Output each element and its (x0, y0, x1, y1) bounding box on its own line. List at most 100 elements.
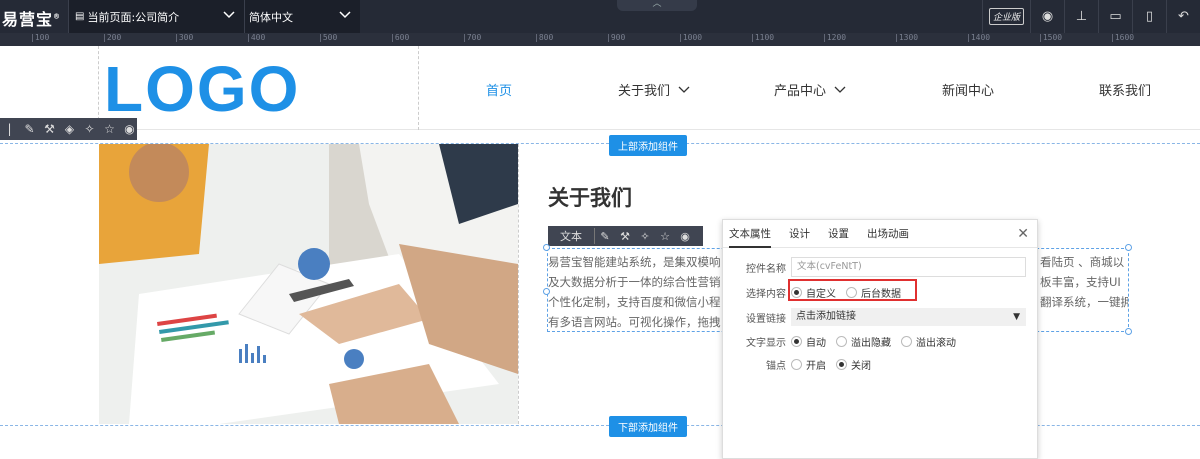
layout-button[interactable]: ⊥ (1064, 0, 1098, 33)
radio-overflow-scroll[interactable]: 溢出滚动 (901, 334, 956, 349)
ruler-tick: |300 (174, 33, 194, 42)
nav-label: 新闻中心 (942, 84, 995, 99)
chevron-down-icon (339, 11, 351, 19)
ruler-tick: |400 (246, 33, 266, 42)
divider-icon: | (7, 122, 12, 136)
eye-icon[interactable]: ◉ (675, 230, 695, 243)
ruler-tick: |600 (390, 33, 410, 42)
about-image[interactable] (99, 144, 518, 424)
resize-handle[interactable] (1125, 244, 1132, 251)
radio-label: 开启 (806, 360, 826, 372)
tab-text-properties[interactable]: 文本属性 (729, 220, 771, 248)
radio-label: 自动 (806, 337, 826, 349)
eye-icon[interactable]: ◉ (122, 122, 137, 136)
about-title[interactable]: 关于我们 (548, 182, 632, 212)
text-tool-label: 文本 (548, 228, 595, 244)
chevron-down-icon (223, 11, 235, 19)
paragraph-right-visible: 看陆页 、商城以 板丰富，支持UI 翻译系统，一键拥 (1040, 252, 1128, 312)
magic-icon[interactable]: ✧ (82, 122, 97, 136)
radio-label: 溢出隐藏 (851, 337, 891, 349)
style-icon[interactable]: ⚒ (42, 122, 57, 136)
star-icon[interactable]: ☆ (102, 122, 117, 136)
enterprise-label: 企业版 (988, 8, 1024, 25)
radio-label: 溢出滚动 (916, 337, 956, 349)
collapse-toggle[interactable]: ︿ (617, 0, 697, 11)
nav-products[interactable]: 产品中心 (774, 80, 846, 99)
ruler-tick: |1300 (894, 33, 919, 42)
ruler-tick: |1100 (750, 33, 775, 42)
resize-handle[interactable] (543, 244, 550, 251)
enterprise-badge[interactable]: 企业版 (982, 0, 1030, 33)
paragraph-fragment: 翻译系统，一键拥 (1040, 295, 1128, 309)
close-icon[interactable]: ✕ (1017, 226, 1029, 242)
ruler-tick: |500 (318, 33, 338, 42)
ruler-tick: |1400 (966, 33, 991, 42)
site-logo[interactable]: LOGO (104, 52, 300, 126)
current-page-label: 当前页面:公司简介 (87, 10, 180, 24)
add-component-top-button[interactable]: 上部添加组件 (609, 135, 687, 156)
radio-label: 关闭 (851, 360, 871, 372)
chevron-up-icon: ︿ (652, 0, 662, 9)
ruler-tick: |1500 (1038, 33, 1063, 42)
horizontal-ruler: |100 |200 |300 |400 |500 |600 |700 |800 … (0, 33, 1200, 46)
mobile-view-button[interactable]: ▯ (1132, 0, 1166, 33)
guide-line (518, 144, 519, 424)
layers-icon[interactable]: ◈ (62, 122, 77, 136)
content-label: 选择内容 (746, 288, 786, 300)
edit-icon[interactable]: ✎ (595, 230, 615, 243)
link-value: 点击添加链接 (796, 311, 856, 322)
display-label: 文字显示 (746, 337, 786, 349)
undo-button[interactable]: ↶ (1166, 0, 1200, 33)
radio-indicator (901, 335, 912, 347)
radio-indicator (791, 335, 802, 347)
tab-animation[interactable]: 出场动画 (867, 220, 909, 248)
link-label: 设置链接 (746, 313, 786, 325)
desktop-view-button[interactable]: ▭ (1098, 0, 1132, 33)
nav-label: 联系我们 (1099, 84, 1152, 99)
tab-design[interactable]: 设计 (789, 220, 810, 248)
radio-anchor-off[interactable]: 关闭 (836, 357, 871, 372)
edit-icon[interactable]: ✎ (22, 122, 37, 136)
brand-mark: ® (53, 12, 62, 21)
nav-news[interactable]: 新闻中心 (942, 80, 994, 99)
chevron-down-icon (834, 86, 846, 93)
style-icon[interactable]: ⚒ (615, 230, 635, 243)
language-select[interactable]: 简体中文 (244, 0, 360, 33)
section-toolbar: | ✎ ⚒ ◈ ✧ ☆ ◉ (0, 118, 137, 140)
star-icon[interactable]: ☆ (655, 230, 675, 243)
nav-contact[interactable]: 联系我们 (1099, 80, 1151, 99)
nav-about[interactable]: 关于我们 (618, 80, 690, 99)
text-properties-panel: 文本属性 设计 设置 出场动画 ✕ 控件名称 文本(cvFeNtT) 选择内容 … (722, 219, 1038, 459)
tab-settings[interactable]: 设置 (828, 220, 849, 248)
magic-icon[interactable]: ✧ (635, 230, 655, 243)
chevron-down-icon (678, 86, 690, 93)
ruler-tick: |800 (534, 33, 554, 42)
monitor-icon: ▭ (1109, 9, 1122, 24)
guide-line (418, 46, 419, 130)
ruler-tick: |900 (606, 33, 626, 42)
brand-logo: 易营宝® (2, 6, 61, 30)
display-row: 文字显示 自动 溢出隐藏 溢出滚动 (723, 330, 1039, 352)
caret-down-icon: ▼ (1013, 312, 1020, 322)
meeting-photo (99, 144, 518, 424)
ruler-tick: |1600 (1110, 33, 1135, 42)
brand-name: 易营宝 (2, 10, 54, 29)
highlight-box (788, 279, 917, 301)
radio-indicator (791, 358, 802, 370)
eye-icon: ◉ (1041, 9, 1054, 24)
nav-home[interactable]: 首页 (486, 80, 512, 99)
current-page-select[interactable]: ▤ 当前页面:公司简介 (68, 0, 244, 33)
radio-auto[interactable]: 自动 (791, 334, 826, 349)
control-name-input[interactable]: 文本(cvFeNtT) (791, 257, 1026, 277)
anchor-row: 锚点 开启 关闭 (723, 353, 1039, 375)
phone-icon: ▯ (1145, 9, 1154, 24)
radio-overflow-hidden[interactable]: 溢出隐藏 (836, 334, 891, 349)
add-component-bottom-button[interactable]: 下部添加组件 (609, 416, 687, 437)
undo-icon: ↶ (1178, 9, 1189, 24)
radio-anchor-on[interactable]: 开启 (791, 357, 826, 372)
link-select[interactable]: 点击添加链接 ▼ (791, 308, 1026, 326)
anchor-label: 锚点 (766, 360, 786, 372)
language-label: 简体中文 (249, 10, 293, 24)
preview-button[interactable]: ◉ (1030, 0, 1064, 33)
link-row: 设置链接 点击添加链接 ▼ (723, 306, 1039, 328)
